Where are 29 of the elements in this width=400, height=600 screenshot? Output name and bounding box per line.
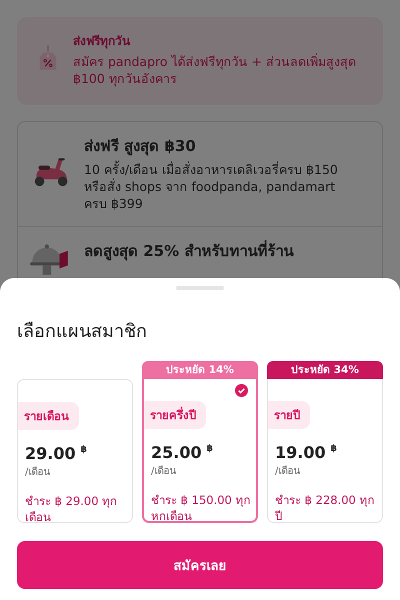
currency-symbol: ฿ [206, 444, 213, 454]
banner-text: สมัคร pandapro ได้ส่งฟรีทุกวัน + ส่วนลดเพิ่มสูงสุด ฿100 ทุกวันอังคาร [73, 53, 357, 87]
benefit-title: ส่งฟรี สูงสุด ฿30 [84, 136, 197, 158]
subscribe-button[interactable]: สมัครเลย [17, 541, 383, 589]
plan-name: รายปี [268, 401, 310, 429]
plan-name: รายเดือน [18, 402, 79, 430]
banner-title: ส่งฟรีทุกวัน [73, 33, 132, 50]
savings-badge: ประหยัด 34% [267, 361, 383, 379]
benefit-title: ลดสูงสุด 25% สำหรับทานที่ร้าน [84, 239, 294, 262]
plan-price: 25.00 [151, 443, 202, 462]
billing-text: ชำระ ฿ 29.00 ทุกเดือน [25, 493, 118, 525]
currency-symbol: ฿ [330, 444, 337, 454]
check-icon [235, 384, 248, 397]
price-tag-icon [37, 43, 59, 73]
plan-name: รายครึ่งปี [144, 401, 206, 429]
currency-symbol: ฿ [80, 445, 87, 455]
benefit-text: 10 ครั้ง/เดือน เมื่อสั่งอาหารเดลิเวอรี่ครบ ฿150 หรือสั่ง shops จาก foodpanda, pandamart ครบ ฿399 [84, 161, 339, 212]
plan-price: 19.00 [275, 443, 326, 462]
price-unit: /เดือน [275, 464, 302, 478]
plan-card[interactable]: รายครึ่งปี 25.00 ฿ /เดือน ชำระ ฿ 150.00 ทุกหกเดือน [142, 379, 258, 523]
plan-card[interactable]: รายปี 19.00 ฿ /เดือน ชำระ ฿ 228.00 ทุกปี [267, 379, 383, 523]
price-unit: /เดือน [25, 466, 52, 479]
savings-badge: ประหยัด 14% [142, 361, 258, 379]
billing-text: ชำระ ฿ 228.00 ทุกปี [275, 492, 376, 524]
billing-text: ชำระ ฿ 150.00 ทุกหกเดือน [151, 492, 252, 524]
plan-price: 29.00 [25, 444, 76, 463]
price-unit: /เดือน [151, 464, 178, 478]
plan-card[interactable]: รายเดือน 29.00 ฿ /เดือน ชำระ ฿ 29.00 ทุกเดือน [17, 379, 133, 523]
sheet-title: เลือกแผนสมาชิก [17, 320, 148, 344]
